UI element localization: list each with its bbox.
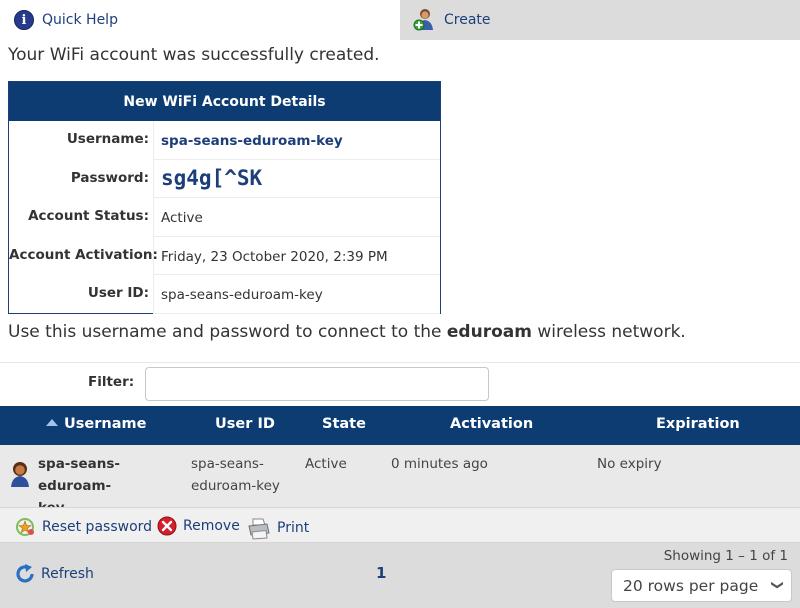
filter-bar: Filter: [0,362,800,406]
print-label: Print [277,520,310,536]
column-header-username[interactable]: Username [46,416,146,432]
column-header-expiration[interactable]: Expiration [656,416,740,432]
printer-icon [248,518,270,540]
details-label: Password: [70,169,149,186]
tab-quick-help-label: Quick Help [42,12,118,28]
activation-value: Friday, 23 October 2020, 2:39 PM [153,236,440,275]
remove-button[interactable]: Remove [157,516,240,536]
rows-per-page-value: 20 rows per page [623,576,759,595]
grid-header: Username User ID State Activation Expira… [0,406,800,445]
connect-prefix: Use this username and password to connec… [8,322,447,342]
cell-userid-line: eduroam-key [191,478,280,494]
account-details-panel: New WiFi Account Details Username: spa-s… [8,81,441,314]
refresh-button[interactable]: Refresh [14,563,94,585]
details-title: New WiFi Account Details [9,82,440,121]
column-header-label: Username [64,416,147,432]
column-header-activation[interactable]: Activation [450,416,533,432]
password-value: sg4g[^SK [153,159,440,198]
reset-password-icon [16,518,34,536]
details-row-userid: User ID: spa-seans-eduroam-key [9,275,440,314]
filter-input[interactable] [145,367,489,401]
cell-activation: 0 minutes ago [391,456,488,472]
table-row[interactable]: spa-seans-eduroam- key spa-seans- eduroa… [0,445,800,516]
cell-userid-line: spa-seans- [191,456,264,472]
tab-quick-help[interactable]: i Quick Help [0,0,400,40]
sort-ascending-icon [46,419,58,426]
showing-count: Showing 1 – 1 of 1 [663,548,788,564]
remove-icon [157,516,177,536]
username-value: spa-seans-eduroam-key [153,121,440,160]
success-message: Your WiFi account was successfully creat… [8,45,380,65]
reset-password-button[interactable]: Reset password [14,516,152,538]
grid-footer: Refresh 1 Showing 1 – 1 of 1 20 rows per… [0,543,800,608]
chevron-down-icon: ❯ [770,579,785,591]
info-icon: i [14,10,34,30]
details-label: Account Status: [28,208,149,224]
column-header-userid[interactable]: User ID [215,416,275,432]
connect-suffix: wireless network. [531,322,686,342]
remove-label: Remove [183,518,240,534]
filter-label: Filter: [88,374,135,390]
details-row-activation: Account Activation: Friday, 23 October 2… [9,236,440,275]
top-tab-bar: i Quick Help Create [0,0,800,40]
details-label: Account Activation: [9,246,158,263]
details-row-status: Account Status: Active [9,198,440,237]
details-label: Username: [66,131,149,147]
row-actions-bar: Reset password Remove Print [0,507,800,543]
column-header-state[interactable]: State [322,416,366,432]
details-label: User ID: [87,285,149,301]
connect-instructions: Use this username and password to connec… [8,322,686,342]
network-name: eduroam [446,322,532,342]
cell-expiration: No expiry [597,456,662,472]
status-value: Active [153,198,440,237]
create-user-icon [413,9,433,31]
details-row-password: Password: sg4g[^SK [9,159,440,198]
rows-per-page-select[interactable]: 20 rows per page ❯ [611,569,792,602]
print-button[interactable]: Print [247,516,309,540]
refresh-icon [16,564,34,583]
tab-create-label: Create [444,12,491,28]
cell-userid: spa-seans- eduroam-key [191,453,280,497]
cell-username-line: spa-seans-eduroam- [38,456,120,494]
refresh-label: Refresh [41,566,94,582]
page-number-link[interactable]: 1 [376,564,386,582]
user-avatar-icon [11,462,29,487]
userid-value: spa-seans-eduroam-key [153,275,440,314]
reset-password-label: Reset password [42,519,153,535]
cell-state: Active [305,456,347,472]
tab-create[interactable]: Create [400,0,800,40]
details-row-username: Username: spa-seans-eduroam-key [9,121,440,160]
